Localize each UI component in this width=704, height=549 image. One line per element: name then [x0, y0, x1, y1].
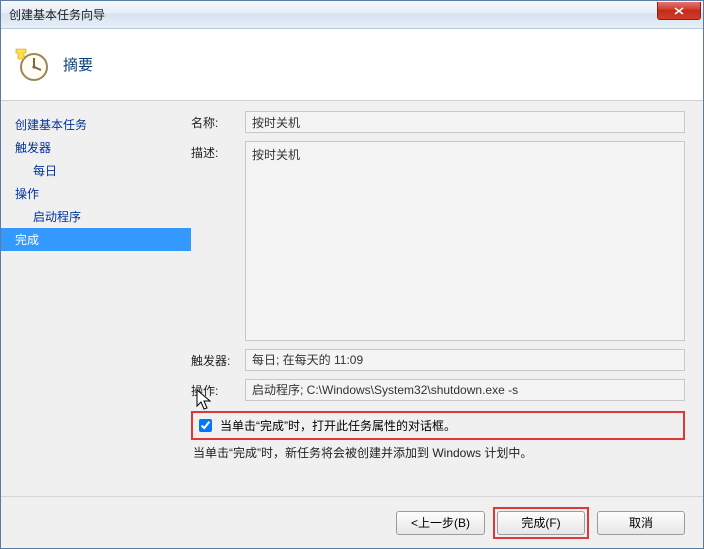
- open-properties-checkbox-row[interactable]: 当单击“完成”时，打开此任务属性的对话框。: [191, 411, 685, 440]
- action-value: 启动程序; C:\Windows\System32\shutdown.exe -…: [245, 379, 685, 401]
- action-row: 操作: 启动程序; C:\Windows\System32\shutdown.e…: [191, 379, 685, 401]
- name-field[interactable]: [245, 111, 685, 133]
- trigger-label: 触发器:: [191, 352, 235, 369]
- page-title: 摘要: [63, 54, 93, 75]
- step-start-program[interactable]: 启动程序: [1, 205, 191, 228]
- step-finish[interactable]: 完成: [1, 228, 191, 251]
- name-label: 名称:: [191, 111, 235, 131]
- window-controls: [657, 1, 703, 28]
- wizard-steps-sidebar: 创建基本任务 触发器 每日 操作 启动程序 完成: [1, 101, 191, 496]
- step-daily[interactable]: 每日: [1, 159, 191, 182]
- finish-button[interactable]: 完成(F): [497, 511, 585, 535]
- open-properties-checkbox[interactable]: [199, 419, 212, 432]
- clock-new-icon: [15, 48, 49, 82]
- wizard-button-bar: <上一步(B) 完成(F) 取消: [1, 496, 703, 548]
- step-trigger[interactable]: 触发器: [1, 136, 191, 159]
- description-label: 描述:: [191, 141, 235, 161]
- open-properties-checkbox-label: 当单击“完成”时，打开此任务属性的对话框。: [220, 417, 456, 434]
- back-button[interactable]: <上一步(B): [396, 511, 485, 535]
- wizard-header: 摘要: [1, 29, 703, 101]
- close-icon: [674, 7, 684, 15]
- step-create-basic-task[interactable]: 创建基本任务: [1, 113, 191, 136]
- titlebar: 创建基本任务向导: [1, 1, 703, 29]
- name-row: 名称:: [191, 111, 685, 133]
- wizard-body: 创建基本任务 触发器 每日 操作 启动程序 完成 名称: 描述: 触发器: 每日…: [1, 101, 703, 496]
- wizard-main: 名称: 描述: 触发器: 每日; 在每天的 11:09 操作: 启动程序; C:…: [191, 101, 703, 496]
- wizard-window: 创建基本任务向导 摘要 创建基本任务 触发器 每日: [0, 0, 704, 549]
- description-row: 描述:: [191, 141, 685, 341]
- finish-button-highlight: 完成(F): [493, 507, 589, 539]
- description-field[interactable]: [245, 141, 685, 341]
- action-label: 操作:: [191, 382, 235, 399]
- cancel-button[interactable]: 取消: [597, 511, 685, 535]
- window-title: 创建基本任务向导: [9, 6, 105, 23]
- trigger-row: 触发器: 每日; 在每天的 11:09: [191, 349, 685, 371]
- trigger-value: 每日; 在每天的 11:09: [245, 349, 685, 371]
- close-button[interactable]: [657, 2, 701, 20]
- step-action[interactable]: 操作: [1, 182, 191, 205]
- finish-hint: 当单击“完成”时，新任务将会被创建并添加到 Windows 计划中。: [191, 442, 685, 467]
